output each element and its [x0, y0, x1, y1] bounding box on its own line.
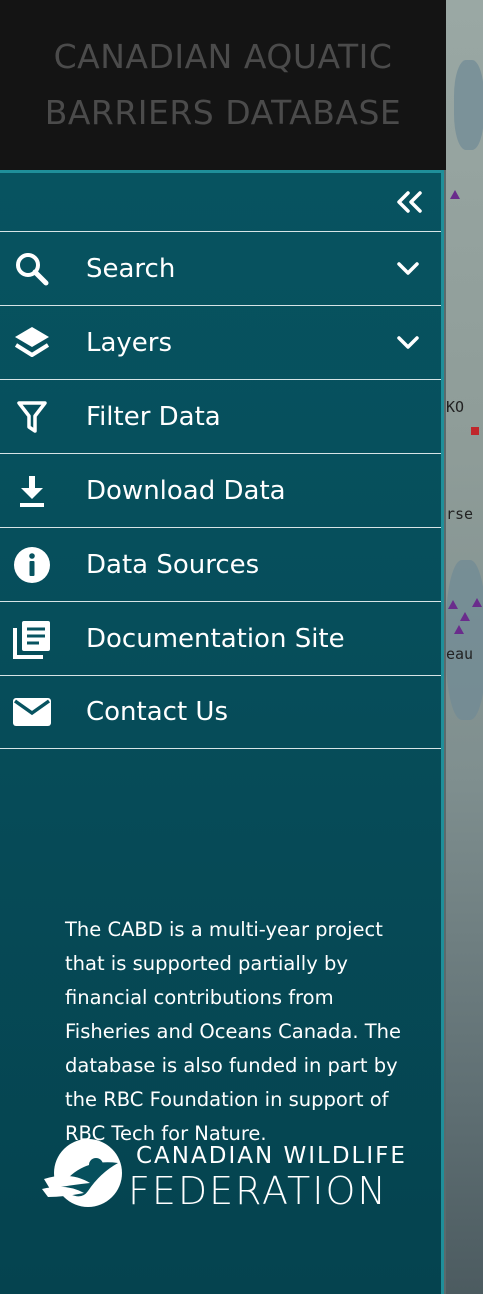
cwf-logo[interactable]: CANADIAN WILDLIFE FEDERATION	[40, 1133, 410, 1213]
cwf-bird-icon	[42, 1139, 122, 1207]
sidebar-item-label: Contact Us	[86, 697, 228, 727]
double-chevron-left-icon	[397, 191, 422, 213]
sidebar-item-label: Layers	[86, 327, 173, 358]
sidebar-item-data-sources[interactable]: Data Sources	[0, 527, 441, 601]
map-water	[446, 560, 483, 720]
map-water	[454, 60, 483, 150]
map-marker[interactable]	[471, 427, 479, 435]
map-label: rse	[446, 505, 474, 523]
map-background[interactable]: KO rse eau	[446, 0, 483, 1294]
logo-line-1: CANADIAN WILDLIFE	[136, 1143, 407, 1169]
sidebar-item-label: Search	[86, 253, 176, 284]
about-text: The CABD is a multi-year project that is…	[65, 918, 402, 1145]
sidebar-item-download-data[interactable]: Download Data	[0, 453, 441, 527]
map-marker[interactable]	[450, 190, 460, 199]
download-icon	[12, 471, 52, 511]
filter-icon	[12, 397, 52, 437]
sidebar-item-label: Filter Data	[86, 401, 221, 432]
collapse-sidebar-button[interactable]	[395, 187, 425, 217]
sidebar-item-label: Documentation Site	[86, 623, 345, 654]
sidebar: Search Layers Filter Data Download Data …	[0, 170, 444, 1294]
sidebar-item-filter-data[interactable]: Filter Data	[0, 379, 441, 453]
chevron-down-icon[interactable]	[395, 256, 421, 282]
sidebar-item-contact-us[interactable]: Contact Us	[0, 675, 441, 749]
app-title-line-2: BARRIERS DATABASE	[44, 93, 402, 132]
sidebar-menu: Search Layers Filter Data Download Data …	[0, 231, 441, 749]
map-marker[interactable]	[460, 612, 470, 621]
chevron-down-icon[interactable]	[395, 330, 421, 356]
info-icon	[12, 545, 52, 585]
sidebar-item-layers[interactable]: Layers	[0, 305, 441, 379]
sidebar-item-search[interactable]: Search	[0, 231, 441, 305]
map-marker[interactable]	[448, 600, 458, 609]
layers-icon	[12, 323, 52, 363]
sidebar-item-label: Data Sources	[86, 549, 260, 580]
search-icon	[12, 249, 52, 289]
map-marker[interactable]	[454, 625, 464, 634]
map-marker[interactable]	[472, 598, 482, 607]
app-title-line-1: CANADIAN AQUATIC	[53, 37, 393, 76]
app-header: CANADIAN AQUATIC BARRIERS DATABASE	[0, 0, 446, 170]
documentation-icon	[12, 619, 52, 659]
sidebar-item-documentation-site[interactable]: Documentation Site	[0, 601, 441, 675]
map-label: eau	[446, 645, 474, 663]
sidebar-item-label: Download Data	[86, 475, 286, 506]
mail-icon	[12, 692, 52, 732]
logo-line-2: FEDERATION	[128, 1169, 388, 1213]
map-label: KO	[446, 398, 465, 416]
